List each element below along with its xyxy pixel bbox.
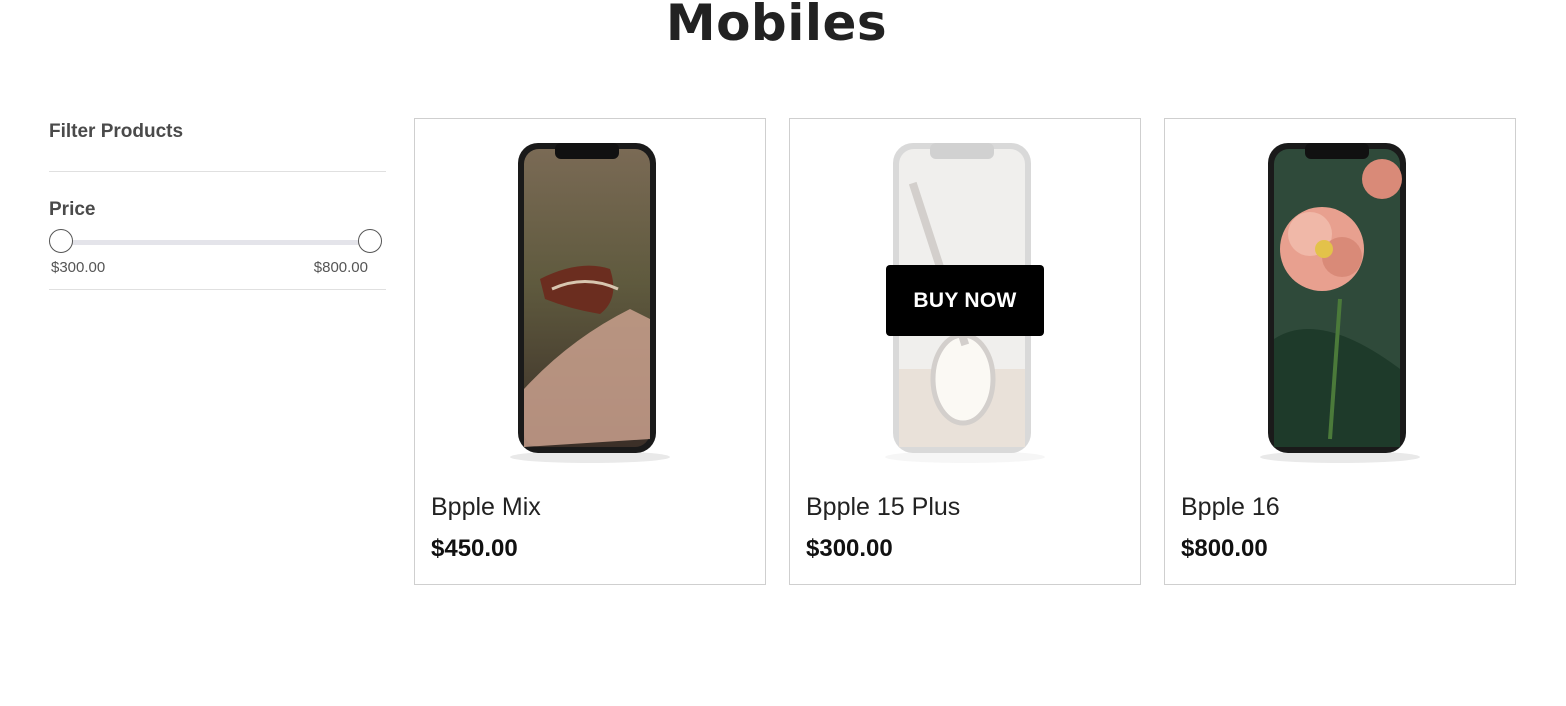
slider-track[interactable] [61, 240, 372, 245]
slider-max-handle[interactable] [358, 229, 382, 253]
page-title: Mobiles [665, 0, 888, 52]
product-name[interactable]: Bpple Mix [431, 493, 541, 522]
phone-image [510, 143, 670, 463]
product-image[interactable] [415, 139, 765, 469]
product-card[interactable]: BUY NOW Bpple 15 Plus $300.00 [789, 118, 1141, 585]
range-min-label: $300.00 [51, 259, 106, 276]
slider-min-handle[interactable] [49, 229, 73, 253]
price-range-slider[interactable] [49, 229, 386, 259]
divider [49, 171, 386, 172]
product-name[interactable]: Bpple 16 [1181, 493, 1280, 522]
product-price: $800.00 [1181, 535, 1268, 562]
filter-sidebar: Filter Products Price $300.00 $800.00 [49, 118, 386, 290]
divider [49, 289, 386, 290]
product-price: $300.00 [806, 535, 893, 562]
price-filter-label: Price [49, 199, 96, 220]
product-price: $450.00 [431, 535, 518, 562]
product-name[interactable]: Bpple 15 Plus [806, 493, 960, 522]
buy-now-button[interactable]: BUY NOW [886, 265, 1044, 336]
price-range-labels: $300.00 $800.00 [49, 259, 386, 283]
product-card[interactable]: Bpple 16 $800.00 [1164, 118, 1516, 585]
range-max-label: $800.00 [313, 259, 368, 276]
product-image[interactable] [1165, 139, 1515, 469]
product-card[interactable]: Bpple Mix $450.00 [414, 118, 766, 585]
phone-image [1260, 143, 1420, 463]
filter-title: Filter Products [49, 121, 184, 142]
